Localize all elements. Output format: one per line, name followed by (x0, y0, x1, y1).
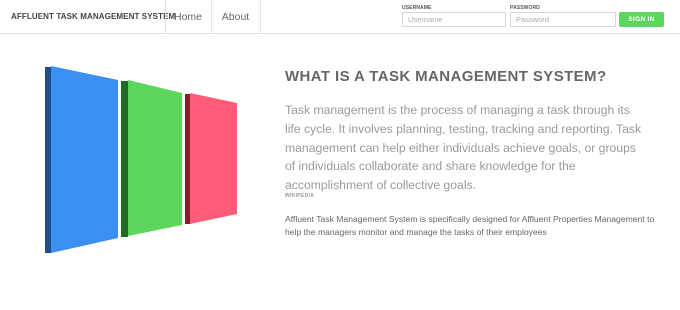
sign-in-button[interactable]: SIGN IN (619, 12, 664, 27)
green-panel (121, 80, 182, 237)
brand-title[interactable]: AFFLUENT TASK MANAGEMENT SYSTEM (11, 0, 175, 34)
navbar: AFFLUENT TASK MANAGEMENT SYSTEM Home Abo… (0, 0, 680, 34)
password-input[interactable] (510, 12, 616, 27)
task-panels-illustration (45, 66, 237, 253)
system-description: Affluent Task Management System is speci… (285, 214, 655, 238)
password-label: PASSWORD (510, 5, 540, 11)
nav-divider (260, 0, 261, 34)
page-heading: WHAT IS A TASK MANAGEMENT SYSTEM? (285, 68, 607, 85)
definition-paragraph: Task management is the process of managi… (285, 103, 642, 193)
pink-panel (185, 93, 237, 224)
username-label: USERNAME (402, 5, 432, 11)
source-citation: WIKIPEDIA (285, 193, 315, 199)
nav-home-link[interactable]: Home (165, 0, 211, 34)
blue-panel (45, 66, 118, 253)
nav-about-link[interactable]: About (211, 0, 260, 34)
username-input[interactable] (402, 12, 506, 27)
